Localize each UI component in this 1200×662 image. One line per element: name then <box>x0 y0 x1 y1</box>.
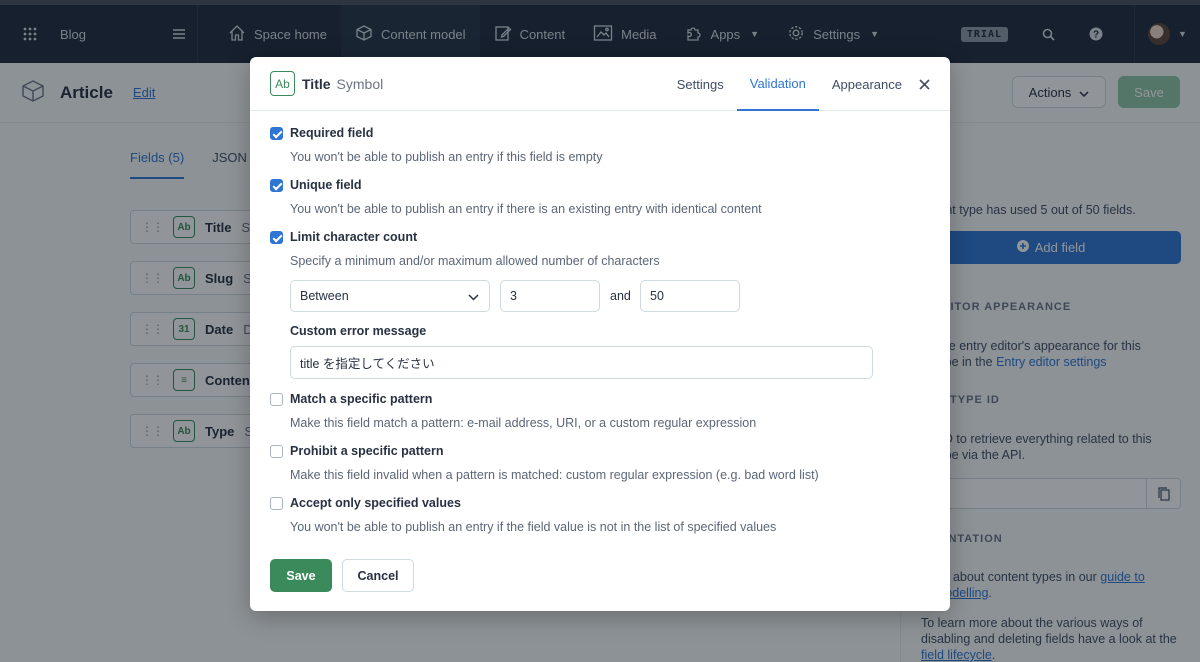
unique-field-checkbox[interactable] <box>270 179 283 192</box>
validation-label[interactable]: Match a specific pattern <box>290 392 432 406</box>
validation-label[interactable]: Unique field <box>290 178 362 192</box>
tab-validation[interactable]: Validation <box>736 57 819 111</box>
custom-error-message-input[interactable]: title を指定してください <box>290 346 873 379</box>
validation-help: Specify a minimum and/or maximum allowed… <box>290 254 660 268</box>
modal-tabs: Settings Validation Appearance <box>664 57 930 111</box>
modal-field-title: Title <box>302 75 331 92</box>
modal-field-type: Symbol <box>336 75 384 92</box>
field-settings-modal: Ab Title Symbol Settings Validation Appe… <box>250 57 950 611</box>
min-characters-input[interactable]: 3 <box>500 280 600 312</box>
custom-error-message-label: Custom error message <box>290 324 427 338</box>
select-value: Between <box>300 289 349 303</box>
validation-help: You won't be able to publish an entry if… <box>290 202 762 216</box>
validation-label[interactable]: Prohibit a specific pattern <box>290 444 444 458</box>
text-field-icon: Ab <box>270 71 295 96</box>
max-characters-input[interactable]: 50 <box>640 280 740 312</box>
modal-header: Ab Title Symbol Settings Validation Appe… <box>250 57 950 111</box>
prohibit-pattern-checkbox[interactable] <box>270 445 283 458</box>
validation-label[interactable]: Accept only specified values <box>290 496 461 510</box>
limit-condition-select[interactable]: Between <box>290 280 490 312</box>
required-field-checkbox[interactable] <box>270 127 283 140</box>
limit-character-count-checkbox[interactable] <box>270 231 283 244</box>
chevron-down-icon <box>468 290 479 304</box>
validation-help: Make this field invalid when a pattern i… <box>290 468 819 482</box>
validation-help: You won't be able to publish an entry if… <box>290 150 603 164</box>
and-label: and <box>610 289 631 303</box>
validation-help: You won't be able to publish an entry if… <box>290 520 777 534</box>
validation-help: Make this field match a pattern: e-mail … <box>290 416 757 430</box>
accept-specified-values-checkbox[interactable] <box>270 497 283 510</box>
tab-settings[interactable]: Settings <box>664 57 737 111</box>
validation-label[interactable]: Limit character count <box>290 230 417 244</box>
close-icon[interactable] <box>915 57 930 111</box>
match-pattern-checkbox[interactable] <box>270 393 283 406</box>
cancel-button[interactable]: Cancel <box>342 559 414 592</box>
validation-label[interactable]: Required field <box>290 126 373 140</box>
tab-appearance[interactable]: Appearance <box>819 57 915 111</box>
save-button[interactable]: Save <box>270 559 332 592</box>
